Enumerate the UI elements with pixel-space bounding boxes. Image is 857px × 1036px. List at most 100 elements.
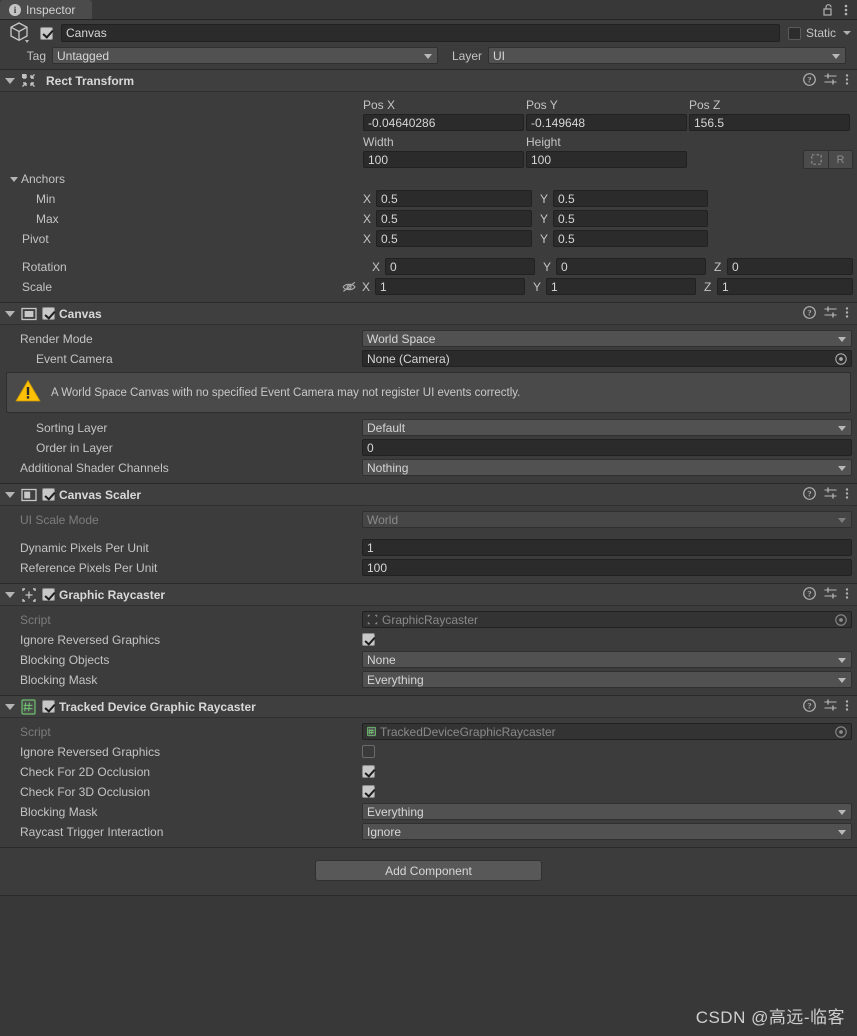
tracked-device-graphic-raycaster-enabled-checkbox[interactable]	[42, 700, 55, 713]
kebab-menu-icon[interactable]	[845, 699, 849, 715]
help-icon[interactable]: ?	[803, 586, 816, 603]
graphic-raycaster-header[interactable]: Graphic Raycaster ?	[0, 584, 857, 606]
pos-z-input[interactable]: 156.5	[689, 114, 850, 131]
foldout-arrow-icon[interactable]	[5, 491, 15, 498]
help-icon[interactable]: ?	[803, 72, 816, 89]
tdgr-ignore-reversed-graphics-checkbox[interactable]	[362, 745, 375, 758]
rect-transform-header[interactable]: Rect Transform ?	[0, 70, 857, 92]
gr-ignore-reversed-graphics-checkbox[interactable]	[362, 633, 375, 646]
scale-y-input[interactable]: 1	[546, 278, 696, 295]
additional-shader-channels-dropdown[interactable]: Nothing	[362, 459, 852, 476]
gameobject-name-input[interactable]: Canvas	[61, 24, 780, 42]
lock-open-icon[interactable]	[823, 3, 834, 16]
tdgr-blocking-mask-dropdown[interactable]: Everything	[362, 803, 852, 820]
preset-icon[interactable]	[824, 73, 837, 89]
help-icon[interactable]: ?	[803, 486, 816, 503]
height-input[interactable]: 100	[526, 151, 687, 168]
tdgr-raycast-trigger-interaction-dropdown[interactable]: Ignore	[362, 823, 852, 840]
kebab-menu-icon[interactable]	[844, 3, 848, 17]
pivot-row: Pivot X 0.5 Y 0.5	[0, 229, 857, 248]
graphic-raycaster-enabled-checkbox[interactable]	[42, 588, 55, 601]
foldout-arrow-icon[interactable]	[5, 310, 15, 317]
foldout-arrow-icon[interactable]	[5, 77, 15, 84]
reference-pixels-per-unit-input[interactable]: 100	[362, 559, 852, 576]
static-dropdown-caret-icon[interactable]	[843, 31, 851, 35]
chevron-down-icon	[838, 465, 846, 471]
event-camera-label: Event Camera	[36, 351, 113, 366]
canvas-scaler-header[interactable]: Canvas Scaler ?	[0, 484, 857, 506]
rotation-y-input[interactable]: 0	[556, 258, 706, 275]
object-picker-icon[interactable]	[835, 353, 847, 368]
info-icon: i	[9, 3, 21, 16]
scale-z-input[interactable]: 1	[717, 278, 853, 295]
rotation-z-input[interactable]: 0	[727, 258, 853, 275]
anchors-label: Anchors	[21, 172, 66, 186]
kebab-menu-icon[interactable]	[845, 73, 849, 89]
anchors-foldout-row[interactable]: Anchors	[0, 170, 857, 188]
pivot-x-input[interactable]: 0.5	[376, 230, 532, 247]
kebab-menu-icon[interactable]	[845, 587, 849, 603]
svg-text:?: ?	[807, 74, 811, 84]
anchor-max-row: Max X 0.5 Y 0.5	[0, 209, 857, 228]
foldout-arrow-icon[interactable]	[5, 703, 15, 710]
render-mode-dropdown[interactable]: World Space	[362, 330, 852, 347]
object-picker-icon[interactable]	[835, 614, 847, 629]
tdgr-check-3d-occlusion-checkbox[interactable]	[362, 785, 375, 798]
warning-triangle-icon	[15, 379, 41, 406]
rotation-x-input[interactable]: 0	[385, 258, 535, 275]
blueprint-mode-icon[interactable]	[803, 150, 828, 169]
component-tracked-device-graphic-raycaster: Tracked Device Graphic Raycaster ? Scrip…	[0, 696, 857, 848]
anchor-min-x-input[interactable]: 0.5	[376, 190, 532, 207]
gameobject-enabled-checkbox[interactable]	[40, 26, 53, 40]
tdgr-check-2d-occlusion-checkbox[interactable]	[362, 765, 375, 778]
kebab-menu-icon[interactable]	[845, 306, 849, 322]
gr-blocking-mask-dropdown[interactable]: Everything	[362, 671, 852, 688]
tag-value: Untagged	[57, 48, 110, 63]
anchor-max-x-input[interactable]: 0.5	[376, 210, 532, 227]
pos-y-input[interactable]: -0.149648	[526, 114, 687, 131]
gr-blocking-objects-dropdown[interactable]: None	[362, 651, 852, 668]
preset-icon[interactable]	[824, 587, 837, 603]
event-camera-objectfield[interactable]: None (Camera)	[362, 350, 852, 367]
foldout-arrow-icon[interactable]	[10, 176, 18, 182]
order-in-layer-input[interactable]: 0	[362, 439, 852, 456]
tab-inspector[interactable]: i Inspector	[0, 0, 92, 19]
add-component-button[interactable]: Add Component	[315, 860, 542, 881]
pos-x-input[interactable]: -0.04640286	[363, 114, 524, 131]
canvas-icon	[20, 305, 37, 322]
tag-dropdown[interactable]: Untagged	[52, 47, 438, 64]
preset-icon[interactable]	[824, 306, 837, 322]
dynamic-pixels-per-unit-input[interactable]: 1	[362, 539, 852, 556]
tracked-device-graphic-raycaster-header[interactable]: Tracked Device Graphic Raycaster ?	[0, 696, 857, 718]
render-mode-label: Render Mode	[20, 331, 93, 346]
canvas-enabled-checkbox[interactable]	[42, 307, 55, 320]
tdgr-raycast-trigger-interaction-value: Ignore	[367, 824, 402, 839]
eye-slash-icon[interactable]	[342, 281, 362, 293]
help-icon[interactable]: ?	[803, 305, 816, 322]
foldout-arrow-icon[interactable]	[5, 591, 15, 598]
pivot-y-input[interactable]: 0.5	[553, 230, 708, 247]
preset-icon[interactable]	[824, 699, 837, 715]
ui-scale-mode-label: UI Scale Mode	[20, 512, 99, 527]
layer-dropdown[interactable]: UI	[488, 47, 846, 64]
width-input[interactable]: 100	[363, 151, 524, 168]
help-icon[interactable]: ?	[803, 698, 816, 715]
tdgr-ignore-reversed-graphics-row: Ignore Reversed Graphics	[0, 742, 857, 761]
object-picker-icon[interactable]	[835, 726, 847, 741]
scale-x-input[interactable]: 1	[375, 278, 525, 295]
tab-bar-tools	[823, 0, 857, 19]
tdgr-script-field: TrackedDeviceGraphicRaycaster	[362, 723, 852, 740]
anchor-max-y-input[interactable]: 0.5	[553, 210, 708, 227]
preset-icon[interactable]	[824, 487, 837, 503]
canvas-scaler-enabled-checkbox[interactable]	[42, 488, 55, 501]
kebab-menu-icon[interactable]	[845, 487, 849, 503]
canvas-header[interactable]: Canvas ?	[0, 303, 857, 325]
inspector-tab-bar: i Inspector	[0, 0, 857, 20]
static-checkbox[interactable]	[787, 26, 801, 40]
sorting-layer-dropdown[interactable]: Default	[362, 419, 852, 436]
tdgr-check-2d-occlusion-label: Check For 2D Occlusion	[20, 764, 151, 779]
anchor-min-y-input[interactable]: 0.5	[553, 190, 708, 207]
tag-label: Tag	[26, 48, 46, 63]
raw-edit-mode-button[interactable]: R	[828, 150, 853, 169]
watermark: CSDN @高远-临客	[695, 1008, 845, 1027]
